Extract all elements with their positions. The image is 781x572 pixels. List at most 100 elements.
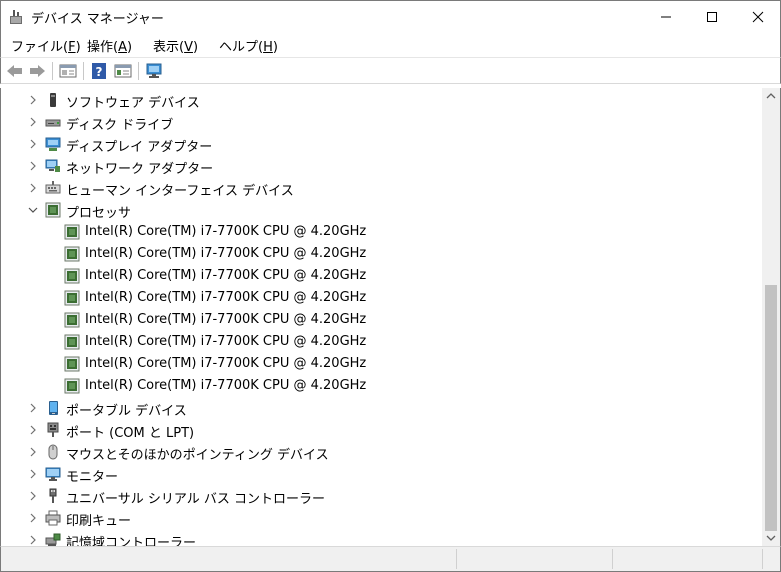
tree-item-category[interactable]: モニター	[1, 463, 761, 485]
chevron-right-icon[interactable]	[27, 116, 39, 128]
portable-device-icon	[49, 401, 58, 415]
tree-item-category[interactable]: ポート (COM と LPT)	[1, 419, 761, 441]
svg-text:?: ?	[96, 65, 103, 79]
chevron-right-icon[interactable]	[27, 424, 39, 436]
menu-view-suffix: )	[192, 40, 199, 55]
tree-item-category[interactable]: ヒューマン インターフェイス デバイス	[1, 177, 761, 199]
details-button[interactable]	[113, 61, 133, 81]
chevron-right-icon[interactable]	[27, 138, 39, 150]
chevron-right-icon[interactable]	[27, 468, 39, 480]
tree-item-category[interactable]: ユニバーサル シリアル バス コントローラー	[1, 485, 761, 507]
properties-icon	[59, 64, 77, 78]
tree-item-category[interactable]: プロセッサ	[1, 199, 761, 221]
tree-item-label: 印刷キュー	[66, 514, 132, 529]
window-title: デバイス マネージャー	[31, 12, 164, 27]
processor-icon	[64, 246, 80, 262]
tree-item-device[interactable]: Intel(R) Core(TM) i7-7700K CPU @ 4.20GHz	[1, 331, 761, 353]
help-button[interactable]: ?	[89, 61, 109, 81]
menu-help-accel: H	[263, 40, 273, 55]
properties-button[interactable]	[58, 61, 78, 81]
tree-item-category[interactable]: 記憶域コントローラー	[1, 529, 761, 546]
tree-item-label: Intel(R) Core(TM) i7-7700K CPU @ 4.20GHz	[85, 246, 367, 261]
menu-bar: ファイル(F) 操作(A) 表示(V) ヘルプ(H)	[0, 32, 781, 57]
menu-action-label: 操作(	[87, 40, 119, 55]
menu-action[interactable]: 操作(A)	[87, 36, 132, 55]
tree-item-device[interactable]: Intel(R) Core(TM) i7-7700K CPU @ 4.20GHz	[1, 375, 761, 397]
scroll-thumb[interactable]	[765, 285, 777, 531]
tree-item-label: ディスプレイ アダプター	[66, 140, 213, 155]
menu-file-label: ファイル(	[11, 40, 69, 55]
monitor-icon	[45, 467, 61, 481]
menu-help[interactable]: ヘルプ(H)	[219, 36, 278, 55]
status-cell	[1, 549, 457, 569]
menu-file[interactable]: ファイル(F)	[11, 36, 81, 55]
chevron-down-icon[interactable]	[27, 204, 39, 216]
maximize-button[interactable]	[689, 1, 735, 32]
processor-icon	[64, 268, 80, 284]
tree-item-label: Intel(R) Core(TM) i7-7700K CPU @ 4.20GHz	[85, 268, 367, 283]
minimize-button[interactable]	[643, 1, 689, 32]
tree-item-label: Intel(R) Core(TM) i7-7700K CPU @ 4.20GHz	[85, 356, 367, 371]
tree-item-label: ポート (COM と LPT)	[66, 426, 195, 441]
minimize-icon	[661, 16, 671, 17]
tree-item-label: モニター	[66, 470, 119, 485]
forward-button[interactable]	[27, 61, 47, 81]
tree-item-label: ディスク ドライブ	[66, 118, 174, 133]
scroll-down-button[interactable]	[762, 530, 780, 546]
tree-item-category[interactable]: ディスプレイ アダプター	[1, 133, 761, 155]
tree-item-label: ヒューマン インターフェイス デバイス	[66, 184, 294, 199]
tree-item-label: マウスとそのほかのポインティング デバイス	[66, 448, 329, 463]
menu-view-label: 表示(	[153, 40, 185, 55]
processor-icon	[64, 378, 80, 394]
chevron-right-icon[interactable]	[27, 94, 39, 106]
processor-icon	[64, 290, 80, 306]
tree-item-label: ユニバーサル シリアル バス コントローラー	[66, 492, 326, 507]
menu-view[interactable]: 表示(V)	[153, 36, 198, 55]
chevron-right-icon[interactable]	[27, 490, 39, 502]
tree-item-label: Intel(R) Core(TM) i7-7700K CPU @ 4.20GHz	[85, 312, 367, 327]
tree-item-device[interactable]: Intel(R) Core(TM) i7-7700K CPU @ 4.20GHz	[1, 309, 761, 331]
menu-help-suffix: )	[272, 40, 278, 55]
usb-icon	[49, 488, 57, 503]
scan-hardware-button[interactable]	[144, 61, 164, 81]
tree-item-label: ソフトウェア デバイス	[66, 96, 200, 111]
scroll-up-button[interactable]	[762, 88, 780, 104]
device-tree: ソフトウェア デバイス ディスク ドライブディスプレイ アダプター ネットワーク ア…	[0, 88, 781, 546]
chevron-right-icon[interactable]	[27, 160, 39, 172]
details-icon	[114, 64, 132, 78]
tree-item-label: プロセッサ	[66, 206, 132, 221]
device-manager-icon	[10, 10, 22, 24]
tree-item-category[interactable]: ポータブル デバイス	[1, 397, 761, 419]
vertical-scrollbar[interactable]	[762, 88, 780, 546]
tree-item-device[interactable]: Intel(R) Core(TM) i7-7700K CPU @ 4.20GHz	[1, 287, 761, 309]
chevron-right-icon[interactable]	[27, 534, 39, 546]
tree-item-label: Intel(R) Core(TM) i7-7700K CPU @ 4.20GHz	[85, 290, 367, 305]
tree-item-category[interactable]: マウスとそのほかのポインティング デバイス	[1, 441, 761, 463]
status-cell	[613, 549, 763, 569]
processor-icon	[64, 334, 80, 350]
processor-icon	[64, 312, 80, 328]
status-cell	[457, 549, 613, 569]
network-adapter-icon	[45, 159, 60, 172]
tree-item-device[interactable]: Intel(R) Core(TM) i7-7700K CPU @ 4.20GHz	[1, 221, 761, 243]
chevron-right-icon[interactable]	[27, 182, 39, 194]
toolbar-separator	[83, 62, 84, 80]
tree-item-device[interactable]: Intel(R) Core(TM) i7-7700K CPU @ 4.20GHz	[1, 353, 761, 375]
back-button[interactable]	[5, 61, 25, 81]
tree-item-device[interactable]: Intel(R) Core(TM) i7-7700K CPU @ 4.20GHz	[1, 243, 761, 265]
processor-icon	[45, 202, 61, 218]
tree-item-category[interactable]: ディスク ドライブ	[1, 111, 761, 133]
tree-item-label: ポータブル デバイス	[66, 404, 187, 419]
close-button[interactable]	[735, 1, 781, 32]
maximize-icon	[707, 11, 717, 22]
chevron-right-icon[interactable]	[27, 512, 39, 524]
chevron-right-icon[interactable]	[27, 402, 39, 414]
tree-item-label: 記憶域コントローラー	[66, 536, 197, 546]
tree-item-label: Intel(R) Core(TM) i7-7700K CPU @ 4.20GHz	[85, 334, 367, 349]
tree-item-category[interactable]: ネットワーク アダプター	[1, 155, 761, 177]
title-bar: デバイス マネージャー	[0, 0, 781, 32]
tree-item-category[interactable]: ソフトウェア デバイス	[1, 89, 761, 111]
chevron-right-icon[interactable]	[27, 446, 39, 458]
tree-item-category[interactable]: 印刷キュー	[1, 507, 761, 529]
tree-item-device[interactable]: Intel(R) Core(TM) i7-7700K CPU @ 4.20GHz	[1, 265, 761, 287]
